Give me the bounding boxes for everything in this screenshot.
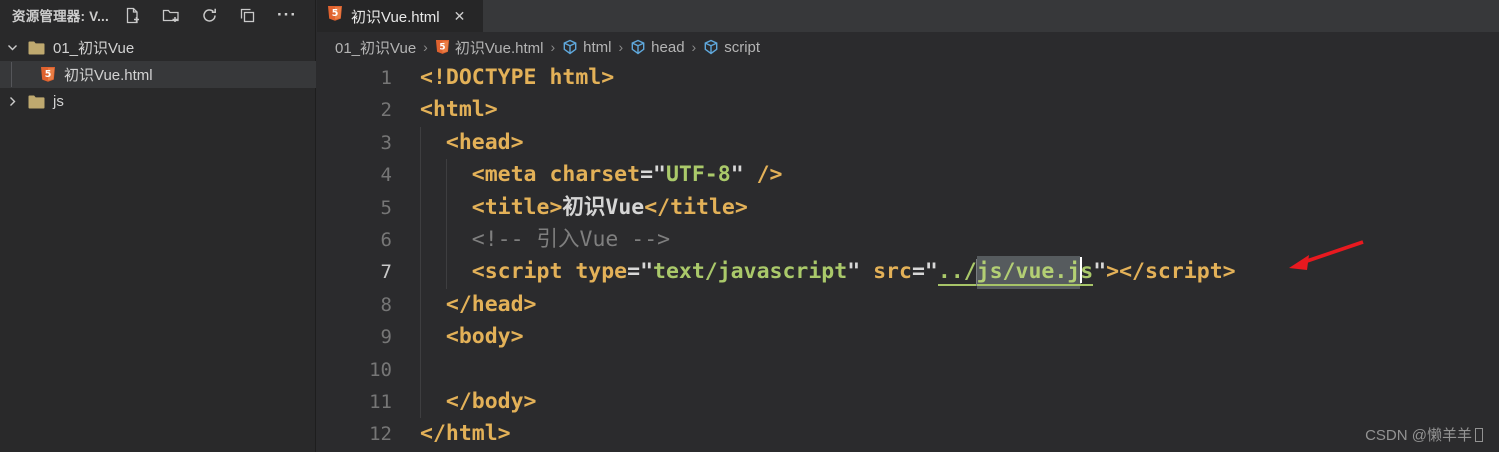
code-line[interactable]: <!DOCTYPE html> [420,62,1236,94]
symbol-cube-icon [562,39,578,55]
new-folder-icon[interactable] [162,7,180,24]
symbol-cube-icon [630,39,646,55]
svg-text:5: 5 [45,69,52,80]
explorer-header: 资源管理器: V... ··· [0,0,315,30]
code-line[interactable]: <script type="text/javascript" src="../j… [420,256,1236,288]
html5-icon: 5 [40,66,56,83]
explorer-sidebar: 资源管理器: V... ··· 01_初识Vue 5 初识Vue.html js [0,0,316,452]
line-number: 9 [380,326,392,349]
tree-indent-guide [11,62,12,87]
code-content[interactable]: <!DOCTYPE html> <html> <head> <meta chars… [420,62,1236,451]
line-number: 6 [380,228,392,251]
code-line[interactable] [420,354,1236,386]
line-number: 8 [380,293,392,316]
code-line[interactable]: <head> [420,127,1236,159]
tofu-glyph [1475,427,1483,442]
annotation-arrow-icon [1289,240,1364,270]
breadcrumb-item-head[interactable]: head [651,39,684,56]
code-line[interactable]: </head> [420,289,1236,321]
new-file-icon[interactable] [124,7,141,24]
line-number: 2 [380,99,392,122]
line-number: 10 [369,358,392,381]
tree-item-file-selected[interactable]: 5 初识Vue.html [0,61,316,88]
code-line[interactable]: <!-- 引入Vue --> [420,224,1236,256]
folder-icon [28,41,45,55]
breadcrumb-item-script[interactable]: script [724,39,760,56]
breadcrumb-separator: › [423,39,428,55]
code-line[interactable]: </html> [420,418,1236,450]
explorer-title: 资源管理器: V... [12,9,109,24]
line-number: 12 [369,423,392,446]
code-line[interactable]: </body> [420,386,1236,418]
breadcrumb-separator: › [618,39,624,55]
line-number: 1 [380,67,392,89]
close-icon[interactable]: ✕ [454,9,466,23]
explorer-actions: ··· [124,0,297,30]
breadcrumb-separator: › [691,39,697,55]
tree-item-label: 01_初识Vue [53,40,135,57]
refresh-icon[interactable] [201,7,218,24]
code-line[interactable]: <html> [420,94,1236,126]
html5-icon: 5 [327,5,343,27]
more-actions-icon[interactable]: ··· [277,6,297,23]
collapse-folders-icon[interactable] [239,7,256,24]
tree-item-label: js [53,93,64,110]
line-number: 7 [380,261,392,284]
line-number: 3 [380,131,392,154]
line-number: 11 [369,390,392,413]
code-line[interactable]: <body> [420,321,1236,353]
tab-label: 初识Vue.html [351,8,440,26]
chevron-down-icon [7,42,19,53]
tree-item-label: 初识Vue.html [64,67,153,84]
line-number-gutter: 1 2 3 4 5 6 7 8 9 10 11 12 [317,62,392,451]
breadcrumb: 01_初识Vue › 5 初识Vue.html › html › head › … [317,32,1499,62]
breadcrumb-item-html[interactable]: html [583,39,611,56]
line-number: 4 [380,164,392,187]
tab-bar: 5 初识Vue.html ✕ [317,0,1499,32]
breadcrumb-separator: › [550,39,556,55]
html5-icon: 5 [435,39,450,55]
svg-text:5: 5 [439,43,445,53]
chevron-right-icon [7,96,19,107]
tree-item-folder-01[interactable]: 01_初识Vue [0,34,316,61]
symbol-cube-icon [703,39,719,55]
watermark-text: CSDN @懒羊羊 [1365,427,1472,444]
tree-item-folder-js[interactable]: js [0,88,316,115]
line-number: 5 [380,196,392,219]
watermark: CSDN @懒羊羊 [1365,424,1483,445]
code-line[interactable]: <title>初识Vue</title> [420,192,1236,224]
tab-active[interactable]: 5 初识Vue.html ✕ [317,0,483,32]
breadcrumb-item-file[interactable]: 初识Vue.html [455,37,544,58]
code-line[interactable]: <meta charset="UTF-8" /> [420,159,1236,191]
breadcrumb-item-folder[interactable]: 01_初识Vue [335,37,416,58]
svg-text:5: 5 [332,8,339,19]
folder-icon [28,95,45,109]
